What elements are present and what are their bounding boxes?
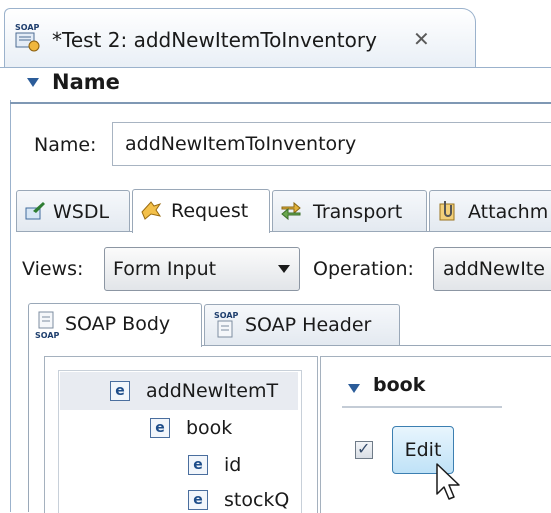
tab-wsdl-label: WSDL <box>53 201 110 223</box>
soap-body-icon: SOAP <box>35 311 59 340</box>
views-dropdown-value: Form Input <box>113 258 217 280</box>
tab-soap-header-label: SOAP Header <box>245 314 372 336</box>
svg-text:SOAP: SOAP <box>35 331 59 340</box>
transport-icon <box>281 201 301 221</box>
book-section-underline <box>342 406 502 408</box>
tree-item-id[interactable]: id <box>224 454 241 476</box>
editor-frame <box>10 100 11 512</box>
tab-soap-body-label: SOAP Body <box>65 313 171 335</box>
tab-transport-label: Transport <box>313 201 403 223</box>
operation-label: Operation: <box>313 258 414 280</box>
request-icon <box>141 201 162 220</box>
tab-request-label: Request <box>171 200 249 222</box>
element-icon: e <box>188 490 208 510</box>
tab-soap-header[interactable]: SOAP SOAP Header <box>204 304 400 346</box>
mouse-cursor-icon <box>436 463 460 500</box>
soap-test-icon: SOAP <box>15 23 40 52</box>
editor-tab-title: *Test 2: addNewItemToInventory <box>52 28 377 52</box>
collapse-triangle-icon[interactable] <box>27 78 39 87</box>
wsdl-icon <box>25 202 45 220</box>
attachment-icon <box>439 201 455 221</box>
tab-attachments-label: Attachm <box>468 201 549 223</box>
tab-attachments[interactable]: Attachm <box>429 190 551 232</box>
element-icon: e <box>150 418 170 438</box>
tab-request[interactable]: Request <box>132 189 270 233</box>
collapse-triangle-icon[interactable] <box>348 384 360 393</box>
tree-item-book[interactable]: book <box>186 417 232 439</box>
tree-item-addnewitem[interactable]: addNewItemT <box>146 380 278 402</box>
name-section-header: Name <box>52 70 120 94</box>
svg-text:SOAP: SOAP <box>214 311 239 320</box>
book-include-checkbox[interactable]: ✓ <box>355 439 373 459</box>
soap-header-icon: SOAP <box>214 311 239 338</box>
tab-wsdl[interactable]: WSDL <box>16 190 130 232</box>
name-input[interactable] <box>112 122 551 166</box>
operation-dropdown-value: addNewIte <box>443 258 545 280</box>
book-section-header: book <box>373 374 426 396</box>
close-icon[interactable]: ✕ <box>413 27 430 51</box>
name-label: Name: <box>34 134 97 156</box>
chevron-down-icon[interactable] <box>278 265 290 273</box>
tab-soap-body[interactable]: SOAP SOAP Body <box>28 303 202 347</box>
tab-transport[interactable]: Transport <box>272 190 427 232</box>
element-icon: e <box>188 455 208 475</box>
checkmark-icon: ✓ <box>357 439 371 458</box>
soap-icon-text: SOAP <box>15 23 40 32</box>
element-icon: e <box>110 381 130 401</box>
tabs-divider <box>16 231 551 232</box>
views-label: Views: <box>22 258 84 280</box>
tree-item-stockq[interactable]: stockQ <box>224 489 289 511</box>
